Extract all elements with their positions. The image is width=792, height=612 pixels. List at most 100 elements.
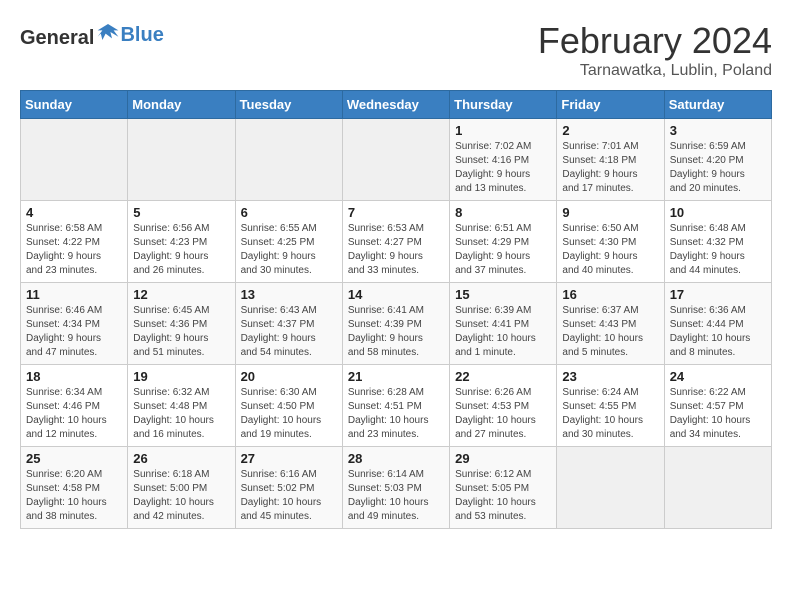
day-info: Sunrise: 7:01 AM Sunset: 4:18 PM Dayligh…: [562, 140, 658, 196]
day-number: 8: [455, 205, 551, 220]
day-number: 23: [562, 369, 658, 384]
logo-text-general: General: [20, 27, 94, 49]
calendar-cell: 16 Sunrise: 6:37 AM Sunset: 4:43 PM Dayli…: [557, 283, 664, 365]
day-info: Sunrise: 6:22 AM Sunset: 4:57 PM Dayligh…: [670, 386, 766, 442]
day-info: Sunrise: 6:32 AM Sunset: 4:48 PM Dayligh…: [133, 386, 229, 442]
day-info: Sunrise: 6:39 AM Sunset: 4:41 PM Dayligh…: [455, 304, 551, 360]
calendar-cell: 21 Sunrise: 6:28 AM Sunset: 4:51 PM Dayli…: [342, 365, 449, 447]
calendar-cell: [128, 119, 235, 201]
day-number: 21: [348, 369, 444, 384]
calendar-cell: 12 Sunrise: 6:45 AM Sunset: 4:36 PM Dayli…: [128, 283, 235, 365]
day-info: Sunrise: 6:51 AM Sunset: 4:29 PM Dayligh…: [455, 222, 551, 278]
day-number: 22: [455, 369, 551, 384]
day-info: Sunrise: 6:45 AM Sunset: 4:36 PM Dayligh…: [133, 304, 229, 360]
day-number: 12: [133, 287, 229, 302]
day-info: Sunrise: 6:12 AM Sunset: 5:05 PM Dayligh…: [455, 468, 551, 524]
calendar-cell: 3Sunrise: 6:59 AM Sunset: 4:20 PM Daylig…: [664, 119, 771, 201]
day-number: 10: [670, 205, 766, 220]
day-number: 20: [241, 369, 337, 384]
day-info: Sunrise: 6:58 AM Sunset: 4:22 PM Dayligh…: [26, 222, 122, 278]
day-info: Sunrise: 7:02 AM Sunset: 4:16 PM Dayligh…: [455, 140, 551, 196]
week-row-1: 1 Sunrise: 7:02 AM Sunset: 4:16 PM Daylig…: [21, 119, 772, 201]
day-number: 16: [562, 287, 658, 302]
calendar-cell: [235, 119, 342, 201]
calendar-cell: 28 Sunrise: 6:14 AM Sunset: 5:03 PM Dayli…: [342, 447, 449, 529]
calendar-cell: 11Sunrise: 6:46 AM Sunset: 4:34 PM Dayli…: [21, 283, 128, 365]
weekday-header-thursday: Thursday: [450, 91, 557, 119]
weekday-header-friday: Friday: [557, 91, 664, 119]
day-info: Sunrise: 6:30 AM Sunset: 4:50 PM Dayligh…: [241, 386, 337, 442]
day-info: Sunrise: 6:34 AM Sunset: 4:46 PM Dayligh…: [26, 386, 122, 442]
day-info: Sunrise: 6:53 AM Sunset: 4:27 PM Dayligh…: [348, 222, 444, 278]
calendar-cell: 10 Sunrise: 6:48 AM Sunset: 4:32 PM Dayli…: [664, 201, 771, 283]
calendar-cell: [21, 119, 128, 201]
calendar-cell: 8 Sunrise: 6:51 AM Sunset: 4:29 PM Daylig…: [450, 201, 557, 283]
day-info: Sunrise: 6:41 AM Sunset: 4:39 PM Dayligh…: [348, 304, 444, 360]
day-number: 5: [133, 205, 229, 220]
weekday-header-saturday: Saturday: [664, 91, 771, 119]
day-info: Sunrise: 6:28 AM Sunset: 4:51 PM Dayligh…: [348, 386, 444, 442]
day-info: Sunrise: 6:55 AM Sunset: 4:25 PM Dayligh…: [241, 222, 337, 278]
calendar-cell: [557, 447, 664, 529]
weekday-header-monday: Monday: [128, 91, 235, 119]
calendar-cell: 2 Sunrise: 7:01 AM Sunset: 4:18 PM Daylig…: [557, 119, 664, 201]
day-number: 19: [133, 369, 229, 384]
day-number: 28: [348, 451, 444, 466]
day-info: Sunrise: 6:37 AM Sunset: 4:43 PM Dayligh…: [562, 304, 658, 360]
day-number: 9: [562, 205, 658, 220]
month-title: February 2024: [538, 20, 772, 62]
day-number: 2: [562, 123, 658, 138]
day-number: 24: [670, 369, 766, 384]
calendar-cell: 22 Sunrise: 6:26 AM Sunset: 4:53 PM Dayli…: [450, 365, 557, 447]
day-number: 25: [26, 451, 122, 466]
day-number: 29: [455, 451, 551, 466]
header: General Blue February 2024 Tarnawatka, L…: [20, 20, 772, 80]
day-number: 27: [241, 451, 337, 466]
calendar-cell: 13 Sunrise: 6:43 AM Sunset: 4:37 PM Dayli…: [235, 283, 342, 365]
day-number: 26: [133, 451, 229, 466]
day-info: Sunrise: 6:24 AM Sunset: 4:55 PM Dayligh…: [562, 386, 658, 442]
week-row-4: 18Sunrise: 6:34 AM Sunset: 4:46 PM Dayli…: [21, 365, 772, 447]
day-number: 1: [455, 123, 551, 138]
weekday-header-wednesday: Wednesday: [342, 91, 449, 119]
day-number: 13: [241, 287, 337, 302]
calendar-cell: 27 Sunrise: 6:16 AM Sunset: 5:02 PM Dayli…: [235, 447, 342, 529]
week-row-3: 11Sunrise: 6:46 AM Sunset: 4:34 PM Dayli…: [21, 283, 772, 365]
day-info: Sunrise: 6:50 AM Sunset: 4:30 PM Dayligh…: [562, 222, 658, 278]
calendar-cell: 5Sunrise: 6:56 AM Sunset: 4:23 PM Daylig…: [128, 201, 235, 283]
calendar-cell: 14 Sunrise: 6:41 AM Sunset: 4:39 PM Dayli…: [342, 283, 449, 365]
calendar-cell: [664, 447, 771, 529]
day-info: Sunrise: 6:48 AM Sunset: 4:32 PM Dayligh…: [670, 222, 766, 278]
weekday-header-sunday: Sunday: [21, 91, 128, 119]
location-title: Tarnawatka, Lublin, Poland: [538, 62, 772, 80]
calendar-cell: 7Sunrise: 6:53 AM Sunset: 4:27 PM Daylig…: [342, 201, 449, 283]
calendar-cell: 4 Sunrise: 6:58 AM Sunset: 4:22 PM Daylig…: [21, 201, 128, 283]
day-number: 15: [455, 287, 551, 302]
day-info: Sunrise: 6:20 AM Sunset: 4:58 PM Dayligh…: [26, 468, 122, 524]
day-info: Sunrise: 6:59 AM Sunset: 4:20 PM Dayligh…: [670, 140, 766, 196]
calendar-cell: 24 Sunrise: 6:22 AM Sunset: 4:57 PM Dayli…: [664, 365, 771, 447]
day-info: Sunrise: 6:46 AM Sunset: 4:34 PM Dayligh…: [26, 304, 122, 360]
calendar-cell: 29 Sunrise: 6:12 AM Sunset: 5:05 PM Dayli…: [450, 447, 557, 529]
day-number: 14: [348, 287, 444, 302]
weekday-header-tuesday: Tuesday: [235, 91, 342, 119]
day-info: Sunrise: 6:18 AM Sunset: 5:00 PM Dayligh…: [133, 468, 229, 524]
logo-bird-icon: [96, 20, 120, 44]
calendar-cell: 18Sunrise: 6:34 AM Sunset: 4:46 PM Dayli…: [21, 365, 128, 447]
calendar-cell: 20 Sunrise: 6:30 AM Sunset: 4:50 PM Dayli…: [235, 365, 342, 447]
day-info: Sunrise: 6:43 AM Sunset: 4:37 PM Dayligh…: [241, 304, 337, 360]
day-info: Sunrise: 6:16 AM Sunset: 5:02 PM Dayligh…: [241, 468, 337, 524]
logo-blue-text: Blue: [120, 24, 163, 47]
day-info: Sunrise: 6:14 AM Sunset: 5:03 PM Dayligh…: [348, 468, 444, 524]
week-row-2: 4 Sunrise: 6:58 AM Sunset: 4:22 PM Daylig…: [21, 201, 772, 283]
calendar-table: SundayMondayTuesdayWednesdayThursdayFrid…: [20, 90, 772, 529]
calendar-cell: 17Sunrise: 6:36 AM Sunset: 4:44 PM Dayli…: [664, 283, 771, 365]
calendar-cell: 25 Sunrise: 6:20 AM Sunset: 4:58 PM Dayli…: [21, 447, 128, 529]
calendar-cell: [342, 119, 449, 201]
day-info: Sunrise: 6:26 AM Sunset: 4:53 PM Dayligh…: [455, 386, 551, 442]
day-info: Sunrise: 6:36 AM Sunset: 4:44 PM Dayligh…: [670, 304, 766, 360]
logo-general-text: General: [20, 20, 120, 50]
calendar-cell: 1 Sunrise: 7:02 AM Sunset: 4:16 PM Daylig…: [450, 119, 557, 201]
day-number: 4: [26, 205, 122, 220]
calendar-cell: 23 Sunrise: 6:24 AM Sunset: 4:55 PM Dayli…: [557, 365, 664, 447]
